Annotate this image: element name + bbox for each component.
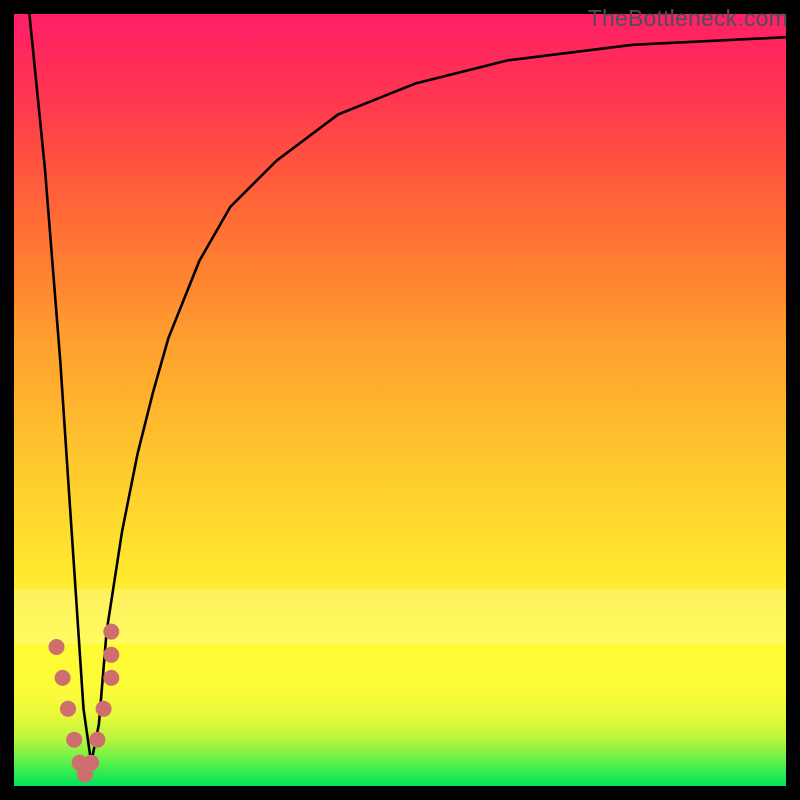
chart-frame bbox=[14, 14, 786, 786]
chart-background-gradient bbox=[14, 14, 786, 786]
